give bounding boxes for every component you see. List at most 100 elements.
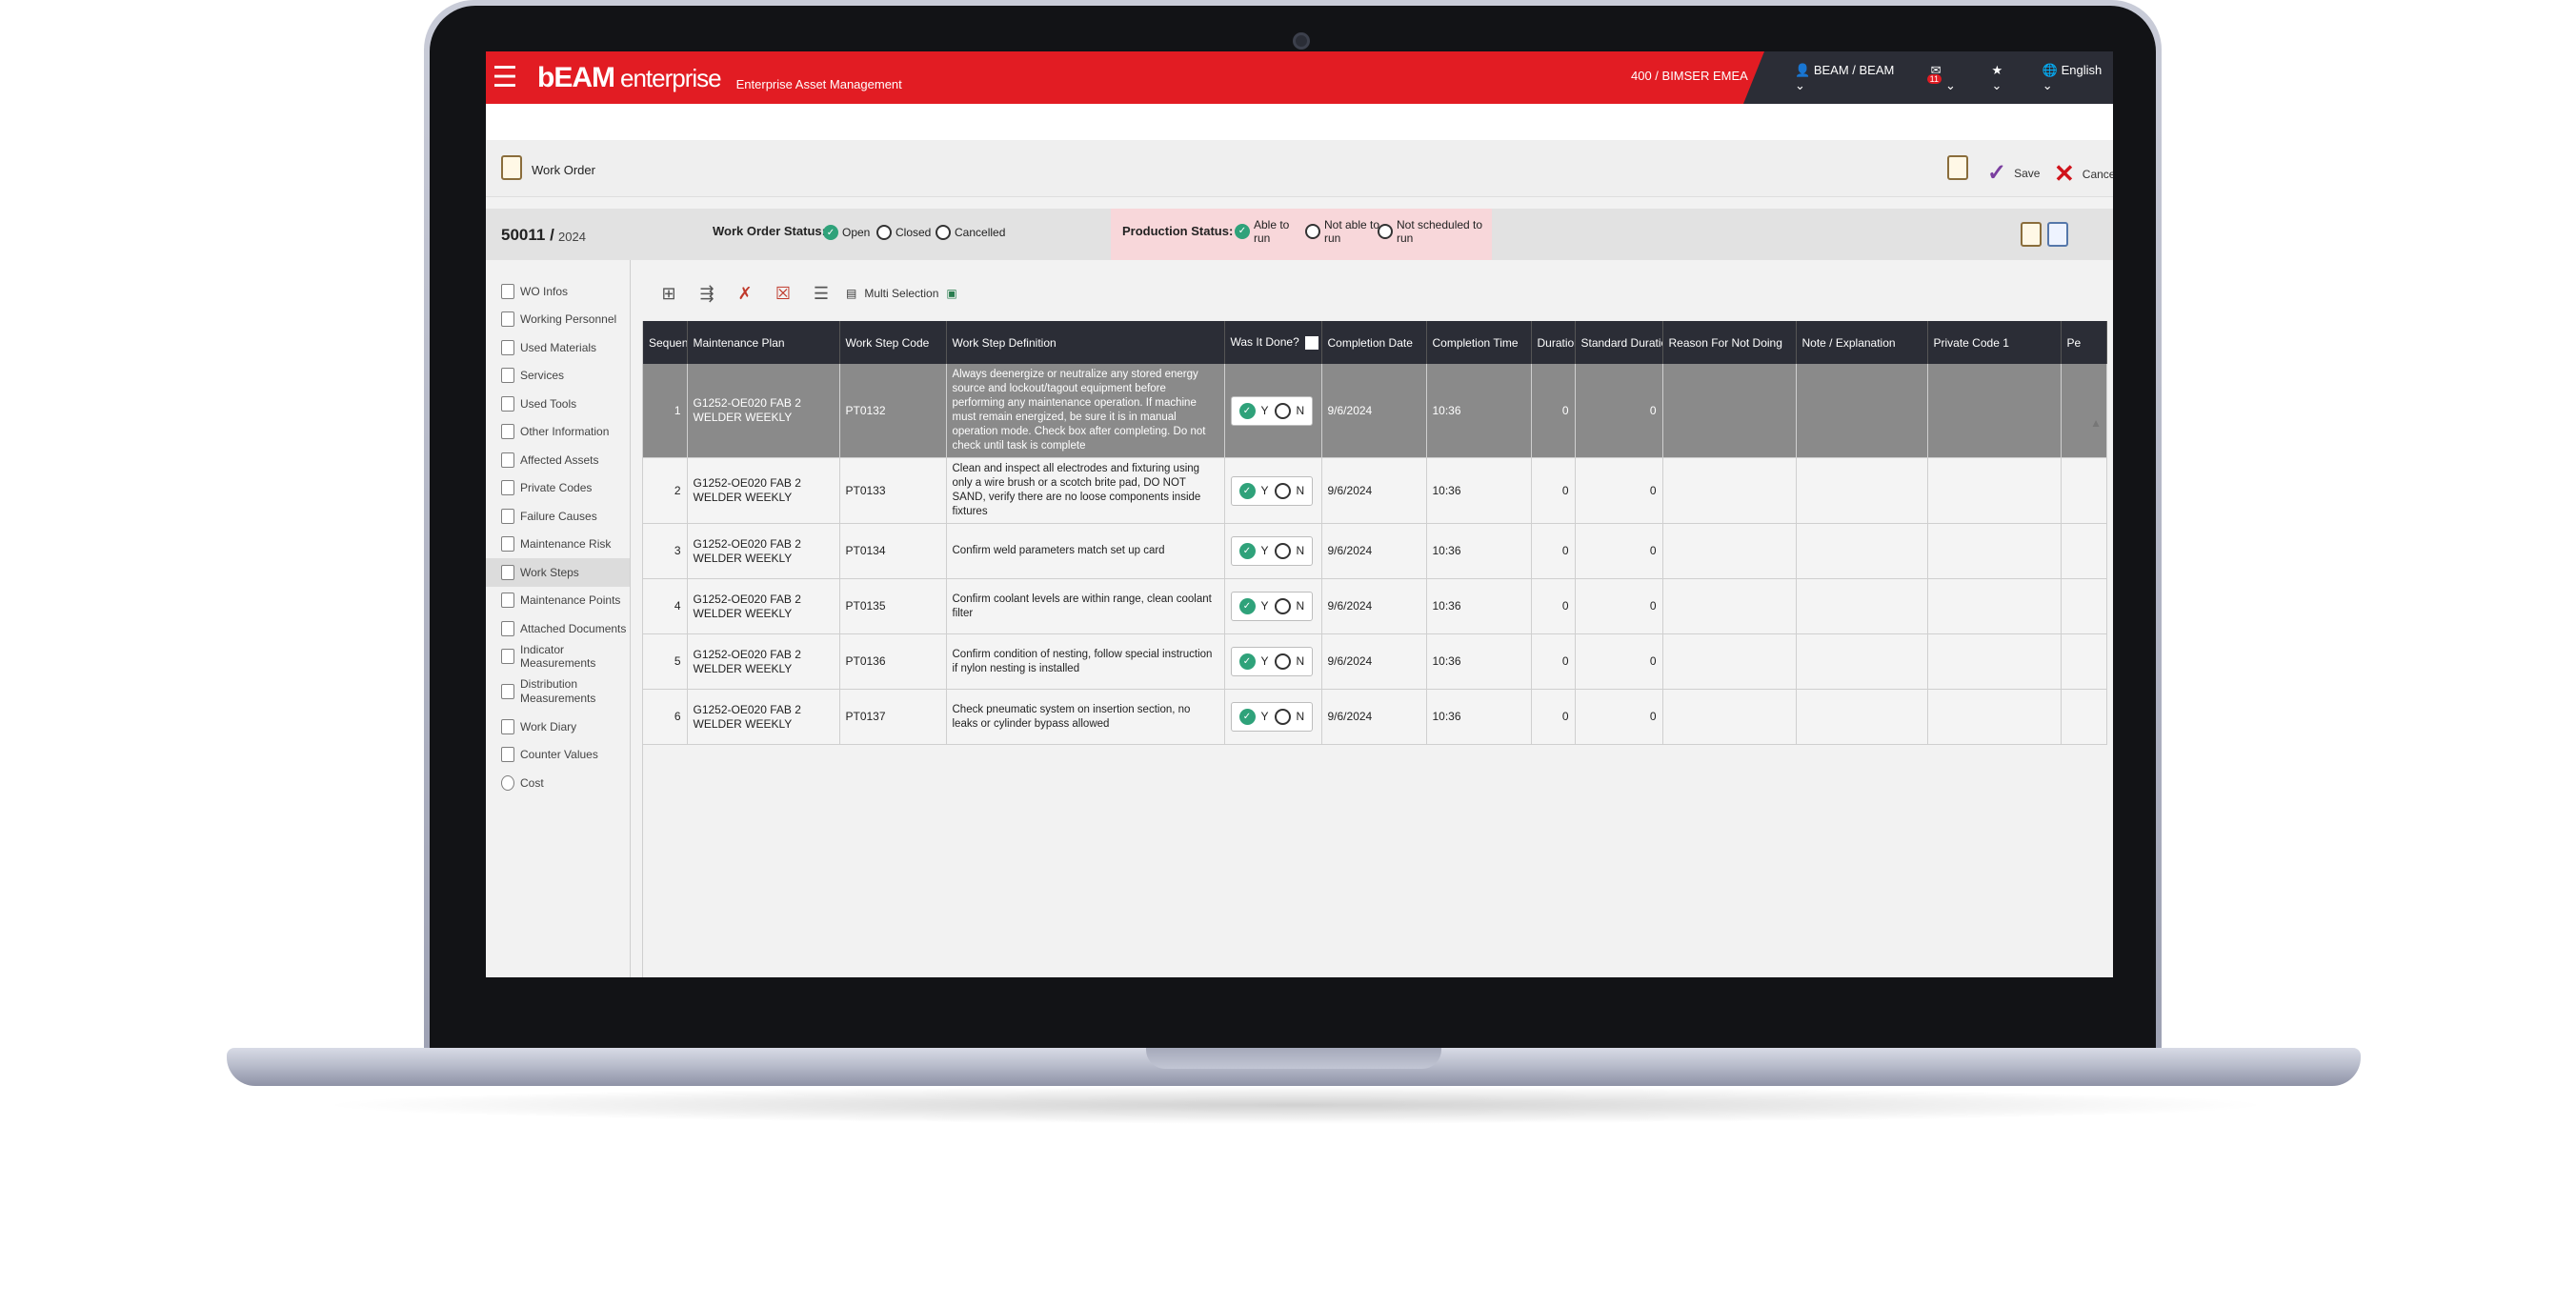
- sidebar-item-wo-infos[interactable]: WO Infos: [486, 277, 630, 306]
- col-completion-date[interactable]: Completion Date: [1321, 321, 1427, 364]
- col-pe[interactable]: Pe: [2061, 321, 2107, 364]
- cell-note[interactable]: [1796, 633, 1928, 690]
- cell-private-code[interactable]: [1927, 364, 2062, 458]
- sidebar-item-counter-values[interactable]: Counter Values: [486, 741, 630, 770]
- cell-private-code[interactable]: [1927, 523, 2062, 579]
- language-menu[interactable]: 🌐 English ⌄: [2043, 63, 2113, 93]
- hamburger-menu-icon[interactable]: ☰: [486, 51, 524, 104]
- table-row[interactable]: 2 G1252-OE020 FAB 2 WELDER WEEKLY PT0133…: [643, 457, 2107, 524]
- notifications-button[interactable]: ✉11 ⌄: [1926, 63, 1965, 93]
- multi-selection-button[interactable]: ▤ Multi Selection ▣: [846, 287, 957, 300]
- production-not-scheduled[interactable]: Not scheduled to run: [1378, 218, 1482, 245]
- work-steps-table: Sequence Maintenance Plan Work Step Code…: [643, 321, 2107, 745]
- sidebar-item-indicator-measurements[interactable]: Indicator Measurements: [486, 643, 630, 672]
- done-toggle[interactable]: ✓ Y N: [1230, 702, 1314, 732]
- cell-definition: Clean and inspect all electrodes and fix…: [946, 457, 1225, 524]
- favorites-star-icon[interactable]: ★ ⌄: [1992, 63, 2016, 93]
- cell-note[interactable]: [1796, 523, 1928, 579]
- brand-logo[interactable]: bEAM enterprise: [537, 62, 722, 94]
- insert-row-icon[interactable]: ⇶: [694, 280, 720, 307]
- table-row[interactable]: 1 G1252-OE020 FAB 2 WELDER WEEKLY PT0132…: [643, 364, 2107, 458]
- assign-clipboard-icon[interactable]: [2021, 222, 2042, 247]
- done-toggle[interactable]: ✓ Y N: [1230, 536, 1314, 566]
- wo-status-closed[interactable]: Closed: [876, 225, 931, 240]
- materials-icon: [501, 339, 514, 355]
- cell-note[interactable]: [1796, 364, 1928, 458]
- list-menu-icon[interactable]: ☰: [808, 280, 835, 307]
- cell-private-code[interactable]: [1927, 578, 2062, 634]
- sidebar-item-services[interactable]: Services: [486, 362, 630, 391]
- cancel-button[interactable]: ✕Cancel: [2054, 159, 2113, 189]
- table-row[interactable]: 3 G1252-OE020 FAB 2 WELDER WEEKLY PT0134…: [643, 523, 2107, 579]
- cell-plan: G1252-OE020 FAB 2 WELDER WEEKLY: [687, 689, 840, 745]
- sidebar-item-affected-assets[interactable]: Affected Assets: [486, 446, 630, 474]
- col-was-it-done[interactable]: Was It Done?: [1224, 321, 1322, 364]
- sidebar-item-working-personnel[interactable]: Working Personnel: [486, 306, 630, 334]
- cell-note[interactable]: [1796, 689, 1928, 745]
- user-menu[interactable]: 👤 BEAM / BEAM ⌄: [1795, 63, 1904, 93]
- wo-status-cancelled[interactable]: Cancelled: [936, 225, 1005, 240]
- production-able[interactable]: ✓ Able to run: [1235, 218, 1289, 245]
- sidebar-item-attached-documents[interactable]: Attached Documents: [486, 614, 630, 643]
- delete-row-icon[interactable]: ✗: [732, 280, 758, 307]
- sidebar-item-maintenance-points[interactable]: Maintenance Points: [486, 587, 630, 615]
- sidebar-item-work-diary[interactable]: Work Diary: [486, 713, 630, 741]
- wo-status-open[interactable]: ✓ Open: [823, 225, 870, 240]
- save-button[interactable]: ✓ Save: [1987, 159, 2040, 187]
- sidebar-item-cost[interactable]: Cost: [486, 769, 630, 797]
- cell-note[interactable]: [1796, 457, 1928, 524]
- done-toggle[interactable]: ✓ Y N: [1230, 647, 1314, 676]
- done-toggle[interactable]: ✓ Y N: [1230, 592, 1314, 621]
- col-work-step-definition[interactable]: Work Step Definition: [946, 321, 1225, 364]
- production-not-able[interactable]: Not able to run: [1305, 218, 1379, 245]
- status-bar: 50011 / 2024 Work Order Status: ✓ Open Cl…: [486, 209, 2113, 260]
- cell-private-code[interactable]: [1927, 689, 2062, 745]
- cell-reason[interactable]: [1662, 578, 1797, 634]
- sidebar-item-other-information[interactable]: Other Information: [486, 418, 630, 447]
- cell-reason[interactable]: [1662, 689, 1797, 745]
- cell-private-code[interactable]: [1927, 633, 2062, 690]
- col-maintenance-plan[interactable]: Maintenance Plan: [687, 321, 840, 364]
- delete-all-icon[interactable]: ☒: [770, 280, 796, 307]
- risk-icon: [501, 536, 514, 553]
- cell-private-code[interactable]: [1927, 457, 2062, 524]
- select-all-checkbox[interactable]: [1304, 335, 1318, 350]
- col-private-code-1[interactable]: Private Code 1: [1927, 321, 2062, 364]
- cell-note[interactable]: [1796, 578, 1928, 634]
- copy-document-icon[interactable]: [2047, 222, 2068, 247]
- col-note-explanation[interactable]: Note / Explanation: [1796, 321, 1928, 364]
- add-row-icon[interactable]: ⊞: [655, 280, 682, 307]
- cell-reason[interactable]: [1662, 364, 1797, 458]
- sidebar-item-failure-causes[interactable]: Failure Causes: [486, 502, 630, 531]
- cell-sequence: 5: [643, 633, 688, 690]
- cell-done: ✓ Y N: [1224, 523, 1322, 579]
- scroll-up-arrow-icon[interactable]: ▲: [2090, 416, 2102, 430]
- col-sequence[interactable]: Sequence: [643, 321, 688, 364]
- col-duration[interactable]: Duration: [1531, 321, 1576, 364]
- cell-plan: G1252-OE020 FAB 2 WELDER WEEKLY: [687, 578, 840, 634]
- sidebar-item-used-tools[interactable]: Used Tools: [486, 390, 630, 418]
- col-reason-not-doing[interactable]: Reason For Not Doing: [1662, 321, 1797, 364]
- col-work-step-code[interactable]: Work Step Code: [839, 321, 947, 364]
- cell-reason[interactable]: [1662, 633, 1797, 690]
- col-standard-duration[interactable]: Standard Duration: [1575, 321, 1663, 364]
- table-row[interactable]: 6 G1252-OE020 FAB 2 WELDER WEEKLY PT0137…: [643, 689, 2107, 745]
- sidebar-item-maintenance-risk[interactable]: Maintenance Risk: [486, 531, 630, 559]
- cell-reason[interactable]: [1662, 523, 1797, 579]
- sidebar-item-work-steps[interactable]: Work Steps: [486, 558, 630, 587]
- organization-label[interactable]: 400 / BIMSER EMEA: [1631, 69, 1748, 83]
- table-row[interactable]: 4 G1252-OE020 FAB 2 WELDER WEEKLY PT0135…: [643, 578, 2107, 634]
- col-completion-time[interactable]: Completion Time: [1426, 321, 1532, 364]
- sidebar-item-distribution-measurements[interactable]: Distribution Measurements: [486, 671, 630, 713]
- cell-pe: [2061, 633, 2107, 690]
- cell-reason[interactable]: [1662, 457, 1797, 524]
- sidebar-item-used-materials[interactable]: Used Materials: [486, 333, 630, 362]
- done-toggle[interactable]: ✓ Y N: [1230, 475, 1314, 506]
- no-radio-icon: [1274, 653, 1291, 670]
- sidebar-item-private-codes[interactable]: Private Codes: [486, 474, 630, 503]
- report-clipboard-icon[interactable]: [1947, 155, 1968, 180]
- cell-duration: 0: [1531, 689, 1576, 745]
- save-check-icon: ✓: [1987, 160, 2007, 186]
- table-row[interactable]: 5 G1252-OE020 FAB 2 WELDER WEEKLY PT0136…: [643, 633, 2107, 690]
- done-toggle[interactable]: ✓ Y N: [1230, 395, 1314, 426]
